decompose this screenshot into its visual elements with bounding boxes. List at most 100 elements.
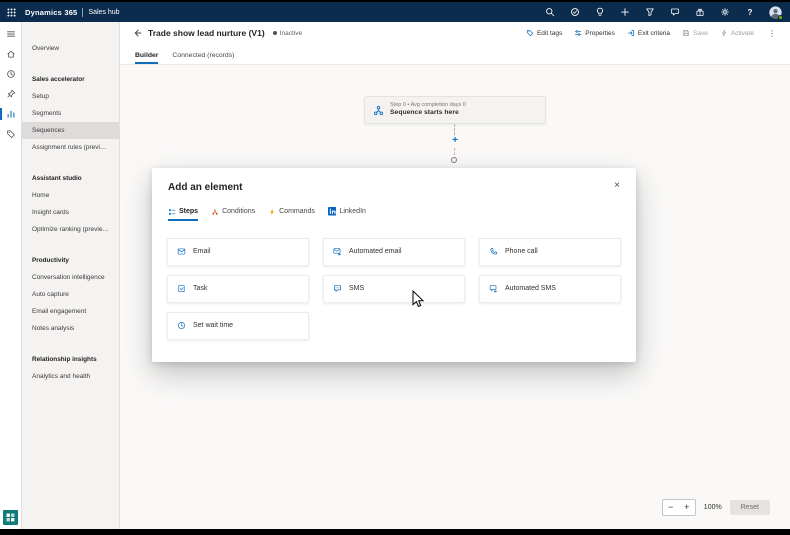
close-dialog-button[interactable]: ×: [610, 178, 624, 192]
save-icon: [682, 29, 690, 37]
dialog-tab-linkedin-label: LinkedIn: [339, 208, 365, 215]
card-automated-email[interactable]: Automated email: [323, 238, 465, 266]
card-task[interactable]: Task: [167, 275, 309, 303]
brand-title: Dynamics 365: [25, 8, 77, 17]
waffle-menu-icon[interactable]: [0, 2, 22, 22]
sidebar-item-overview[interactable]: Overview: [22, 40, 119, 57]
home-icon[interactable]: [0, 47, 22, 61]
connector-line: [454, 124, 455, 135]
activate-button[interactable]: Activate: [720, 29, 754, 37]
sequence-end-node: [451, 157, 457, 163]
task-icon: [177, 284, 186, 293]
sidebar-group-relationship-insights: Relationship insights: [22, 352, 119, 368]
dialog-tab-linkedin[interactable]: LinkedIn: [328, 207, 366, 221]
search-icon[interactable]: [544, 5, 556, 19]
feedback-icon[interactable]: [669, 5, 681, 19]
connector-line: [454, 148, 455, 155]
gear-icon[interactable]: [719, 5, 731, 19]
lightbulb-icon[interactable]: [594, 5, 606, 19]
tab-builder[interactable]: Builder: [135, 52, 158, 64]
sidebar-item-optimize-ranking[interactable]: Optimize ranking (preview): [22, 221, 119, 238]
sidebar-item-assignment-rules[interactable]: Assignment rules (preview): [22, 139, 119, 156]
sales-area-icon[interactable]: [0, 107, 22, 121]
exit-criteria-button[interactable]: Exit criteria: [627, 29, 670, 37]
topbar-icons: ?: [544, 5, 782, 19]
avatar[interactable]: [769, 6, 782, 19]
zoom-out-button[interactable]: −: [663, 500, 679, 515]
filter-icon[interactable]: [644, 5, 656, 19]
exit-criteria-label: Exit criteria: [638, 30, 670, 37]
linkedin-icon: [328, 207, 337, 216]
tab-connected-records[interactable]: Connected (records): [172, 52, 234, 64]
reset-zoom-button[interactable]: Reset: [730, 500, 770, 515]
dialog-tab-steps[interactable]: Steps: [168, 208, 198, 221]
sidebar-item-home[interactable]: Home: [22, 187, 119, 204]
email-icon: [177, 247, 186, 256]
status-dot: [273, 31, 277, 35]
sidebar-item-insight-cards[interactable]: Insight cards: [22, 204, 119, 221]
pinned-icon[interactable]: [0, 87, 22, 101]
presence-dot: [778, 15, 783, 20]
sidebar-item-email-engagement[interactable]: Email engagement: [22, 303, 119, 320]
exit-criteria-icon: [627, 29, 635, 37]
card-phone-call-label: Phone call: [505, 248, 538, 255]
sidebar-item-sequences[interactable]: Sequences: [22, 122, 119, 139]
sequence-start-node[interactable]: Step 0 • Avg completion days 0 Sequence …: [364, 96, 546, 124]
properties-button[interactable]: Properties: [574, 29, 615, 37]
element-cards: Email Automated email Phone call Task SM…: [152, 221, 636, 340]
steps-icon: [168, 208, 176, 216]
dialog-tab-commands[interactable]: Commands: [268, 208, 315, 221]
sequence-flow-icon: [373, 105, 384, 116]
page-title: Trade show lead nurture (V1): [148, 28, 265, 38]
dialog-tab-steps-label: Steps: [179, 208, 198, 215]
back-button[interactable]: [132, 28, 142, 38]
edit-tags-button[interactable]: Edit tags: [526, 29, 562, 37]
sidebar-item-conversation-intelligence[interactable]: Conversation intelligence: [22, 269, 119, 286]
start-node-meta: Step 0 • Avg completion days 0: [390, 102, 466, 109]
save-button[interactable]: Save: [682, 29, 708, 37]
zoom-in-button[interactable]: +: [679, 500, 695, 515]
app-name[interactable]: Sales hub: [88, 9, 119, 16]
screen-edge-bottom: [0, 529, 790, 535]
rail-active-indicator: [0, 108, 2, 120]
card-automated-sms[interactable]: Automated SMS: [479, 275, 621, 303]
add-step-button[interactable]: +: [449, 135, 461, 147]
app-launcher-tile[interactable]: [3, 510, 18, 525]
sidebar-item-setup[interactable]: Setup: [22, 88, 119, 105]
sidebar-item-notes-analysis[interactable]: Notes analysis: [22, 320, 119, 337]
tag-rail-icon[interactable]: [0, 127, 22, 141]
gift-icon[interactable]: [694, 5, 706, 19]
dialog-tabs: Steps Conditions Commands LinkedIn: [152, 193, 636, 221]
check-circle-icon[interactable]: [569, 5, 581, 19]
help-icon[interactable]: ?: [744, 5, 756, 19]
card-automated-sms-label: Automated SMS: [505, 285, 556, 292]
card-sms[interactable]: SMS: [323, 275, 465, 303]
sidebar-item-auto-capture[interactable]: Auto capture: [22, 286, 119, 303]
brand-divider: [82, 8, 83, 17]
zoom-level: 100%: [704, 504, 722, 511]
more-commands-button[interactable]: ⋮: [766, 29, 778, 38]
command-actions: Edit tags Properties Exit criteria Save …: [526, 29, 778, 38]
card-task-label: Task: [193, 285, 207, 292]
activate-icon: [720, 29, 728, 37]
card-phone-call[interactable]: Phone call: [479, 238, 621, 266]
commands-lightning-icon: [268, 208, 276, 216]
card-sms-label: SMS: [349, 285, 364, 292]
menu-icon[interactable]: [0, 27, 22, 41]
recent-clock-icon[interactable]: [0, 67, 22, 81]
start-node-title: Sequence starts here: [390, 109, 466, 117]
zoom-pill: − +: [662, 499, 696, 516]
dialog-tab-commands-label: Commands: [279, 208, 315, 215]
dialog-title: Add an element: [152, 168, 636, 193]
quick-create-plus-icon[interactable]: [619, 5, 631, 19]
left-rail: [0, 22, 22, 529]
conditions-icon: [211, 208, 219, 216]
sidebar-group-sales-accelerator: Sales accelerator: [22, 72, 119, 88]
add-element-dialog: Add an element × Steps Conditions Comman…: [152, 168, 636, 362]
sidebar-item-analytics-and-health[interactable]: Analytics and health: [22, 368, 119, 385]
dialog-tab-conditions[interactable]: Conditions: [211, 208, 255, 221]
sidebar-item-segments[interactable]: Segments: [22, 105, 119, 122]
card-email[interactable]: Email: [167, 238, 309, 266]
sidebar-group-assistant-studio: Assistant studio: [22, 171, 119, 187]
card-set-wait-time[interactable]: Set wait time: [167, 312, 309, 340]
